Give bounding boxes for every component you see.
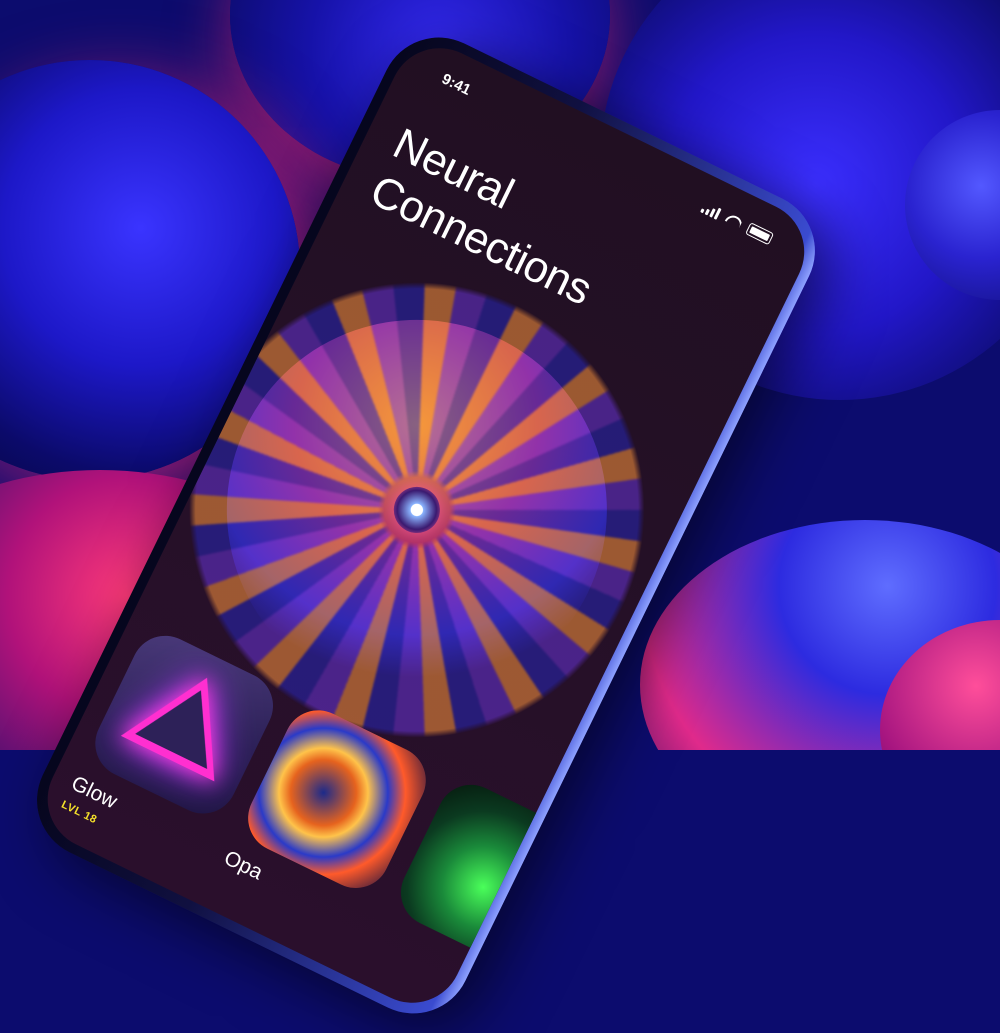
status-icons bbox=[700, 200, 775, 246]
neon-triangle-icon bbox=[120, 654, 254, 782]
battery-icon bbox=[745, 222, 775, 246]
status-time: 9:41 bbox=[439, 70, 474, 99]
green-mesh-thumbnail[interactable] bbox=[389, 773, 591, 974]
cellular-signal-icon bbox=[700, 201, 722, 220]
wifi-icon bbox=[724, 212, 744, 230]
